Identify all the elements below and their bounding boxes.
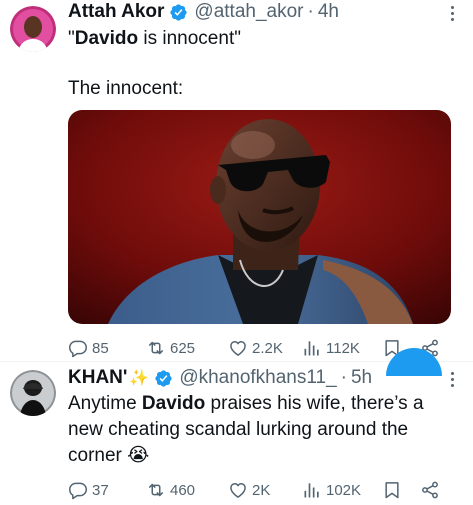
like-count: 2.2K (252, 339, 283, 357)
more-icon[interactable] (445, 3, 459, 23)
tweet-text: "Davido is innocent" (68, 26, 241, 52)
reply-button[interactable]: 37 (68, 478, 109, 502)
tweet-text-line: corner 😭 (68, 443, 149, 469)
verified-badge-icon (169, 3, 188, 22)
photo-image (68, 110, 451, 324)
share-button[interactable] (420, 478, 440, 502)
tweet-text: Anytime Davido praises his wife, there’s… (68, 391, 424, 417)
author-handle[interactable]: @attah_akor (194, 1, 303, 23)
timestamp[interactable]: 5h (351, 367, 372, 389)
reply-count: 37 (92, 481, 109, 499)
text-fragment: corner (68, 445, 122, 466)
views-count: 112K (326, 339, 360, 357)
views-icon (302, 480, 322, 500)
share-icon (420, 480, 440, 500)
retweet-button[interactable]: 625 (146, 336, 195, 360)
reply-count: 85 (92, 339, 109, 357)
sparkle-icon: ✨ (129, 370, 150, 387)
retweet-count: 460 (170, 481, 196, 499)
bookmark-button[interactable] (382, 478, 402, 502)
like-button[interactable]: 2.2K (228, 336, 283, 360)
reply-icon (68, 480, 88, 500)
text-bold: Davido (74, 28, 139, 49)
heart-icon (228, 480, 248, 500)
crying-emoji-icon: 😭 (127, 445, 150, 466)
reply-icon (68, 338, 88, 358)
more-icon[interactable] (445, 369, 459, 389)
avatar[interactable] (10, 370, 56, 416)
separator-dot: · (340, 367, 347, 388)
text-fragment: praises his wife, there’s a (205, 393, 424, 414)
tweet-actions: 85 625 2.2K 112K (68, 336, 448, 360)
retweet-count: 625 (170, 339, 196, 357)
reply-button[interactable]: 85 (68, 336, 109, 360)
heart-icon (228, 338, 248, 358)
author-name[interactable]: Attah Akor (68, 1, 164, 23)
separator-dot: · (307, 1, 314, 22)
author-name[interactable]: KHAN' (68, 367, 127, 389)
views-button[interactable]: 102K (302, 478, 361, 502)
author-handle[interactable]: @khanofkhans11_ (179, 367, 336, 389)
like-button[interactable]: 2K (228, 478, 270, 502)
text-bold: Davido (141, 393, 206, 414)
tweet-text-line: new cheating scandal lurking around the (68, 419, 409, 440)
text-fragment: is innocent" (138, 28, 241, 49)
text-fragment: " (68, 28, 75, 49)
timestamp[interactable]: 4h (318, 1, 339, 23)
like-count: 2K (252, 481, 271, 499)
views-count: 102K (326, 481, 362, 499)
avatar[interactable] (10, 6, 56, 52)
retweet-icon (146, 480, 166, 500)
views-button[interactable]: 112K (302, 336, 360, 360)
tweet-header: Attah Akor @attah_akor · 4h (68, 0, 339, 24)
tweet-text-line: The innocent: (68, 78, 184, 99)
tweet-header: KHAN' ✨ @khanofkhans11_ · 5h (68, 366, 372, 390)
verified-badge-icon (154, 369, 173, 388)
retweet-icon (146, 338, 166, 358)
tweet-media-photo[interactable] (68, 110, 451, 324)
retweet-button[interactable]: 460 (146, 478, 195, 502)
tweet-actions: 37 460 2K 102K (68, 478, 448, 502)
bookmark-icon (382, 480, 402, 500)
text-fragment: Anytime (68, 393, 142, 414)
views-icon (302, 338, 322, 358)
